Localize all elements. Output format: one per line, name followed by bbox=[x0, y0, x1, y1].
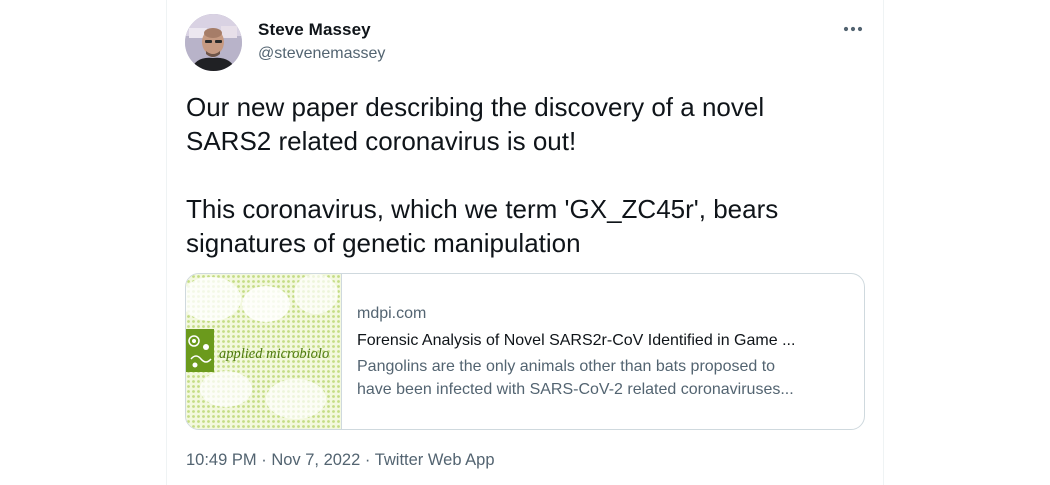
profile-photo bbox=[185, 14, 242, 71]
link-preview-card[interactable]: applied microbiolo mdpi.com Forensic Ana… bbox=[185, 273, 865, 430]
link-thumbnail[interactable]: applied microbiolo bbox=[186, 274, 342, 429]
link-body: mdpi.com Forensic Analysis of Novel SARS… bbox=[357, 304, 852, 401]
link-description-line-2: have been infected with SARS-CoV-2 relat… bbox=[357, 381, 794, 398]
journal-title-text: applied microbiolo bbox=[219, 346, 330, 362]
tweet-meta: 10:49 PM · Nov 7, 2022 · Twitter Web App bbox=[186, 451, 495, 470]
link-title: Forensic Analysis of Novel SARS2r-CoV Id… bbox=[357, 332, 796, 349]
author-display-name[interactable]: Steve Massey bbox=[258, 20, 371, 40]
link-description-line-1: Pangolins are the only animals other tha… bbox=[357, 358, 776, 375]
tweet-paragraph-1: Our new paper describing the discovery o… bbox=[186, 92, 765, 156]
author-handle[interactable]: @stevenemassey bbox=[258, 45, 385, 63]
meta-separator: · bbox=[364, 451, 371, 469]
link-description: Pangolins are the only animals other tha… bbox=[357, 355, 852, 401]
tweet-source[interactable]: Twitter Web App bbox=[375, 451, 495, 469]
more-horizontal-icon bbox=[843, 26, 863, 32]
meta-separator: · bbox=[261, 451, 267, 469]
tweet-text: Our new paper describing the discovery o… bbox=[186, 90, 846, 260]
link-domain: mdpi.com bbox=[357, 305, 427, 322]
avatar[interactable] bbox=[185, 14, 242, 71]
more-options-button[interactable] bbox=[838, 16, 868, 42]
tweet-paragraph-2: This coronavirus, which we term 'GX_ZC45… bbox=[186, 194, 779, 258]
tweet-date[interactable]: Nov 7, 2022 bbox=[271, 451, 360, 469]
tweet-time[interactable]: 10:49 PM bbox=[186, 451, 257, 469]
